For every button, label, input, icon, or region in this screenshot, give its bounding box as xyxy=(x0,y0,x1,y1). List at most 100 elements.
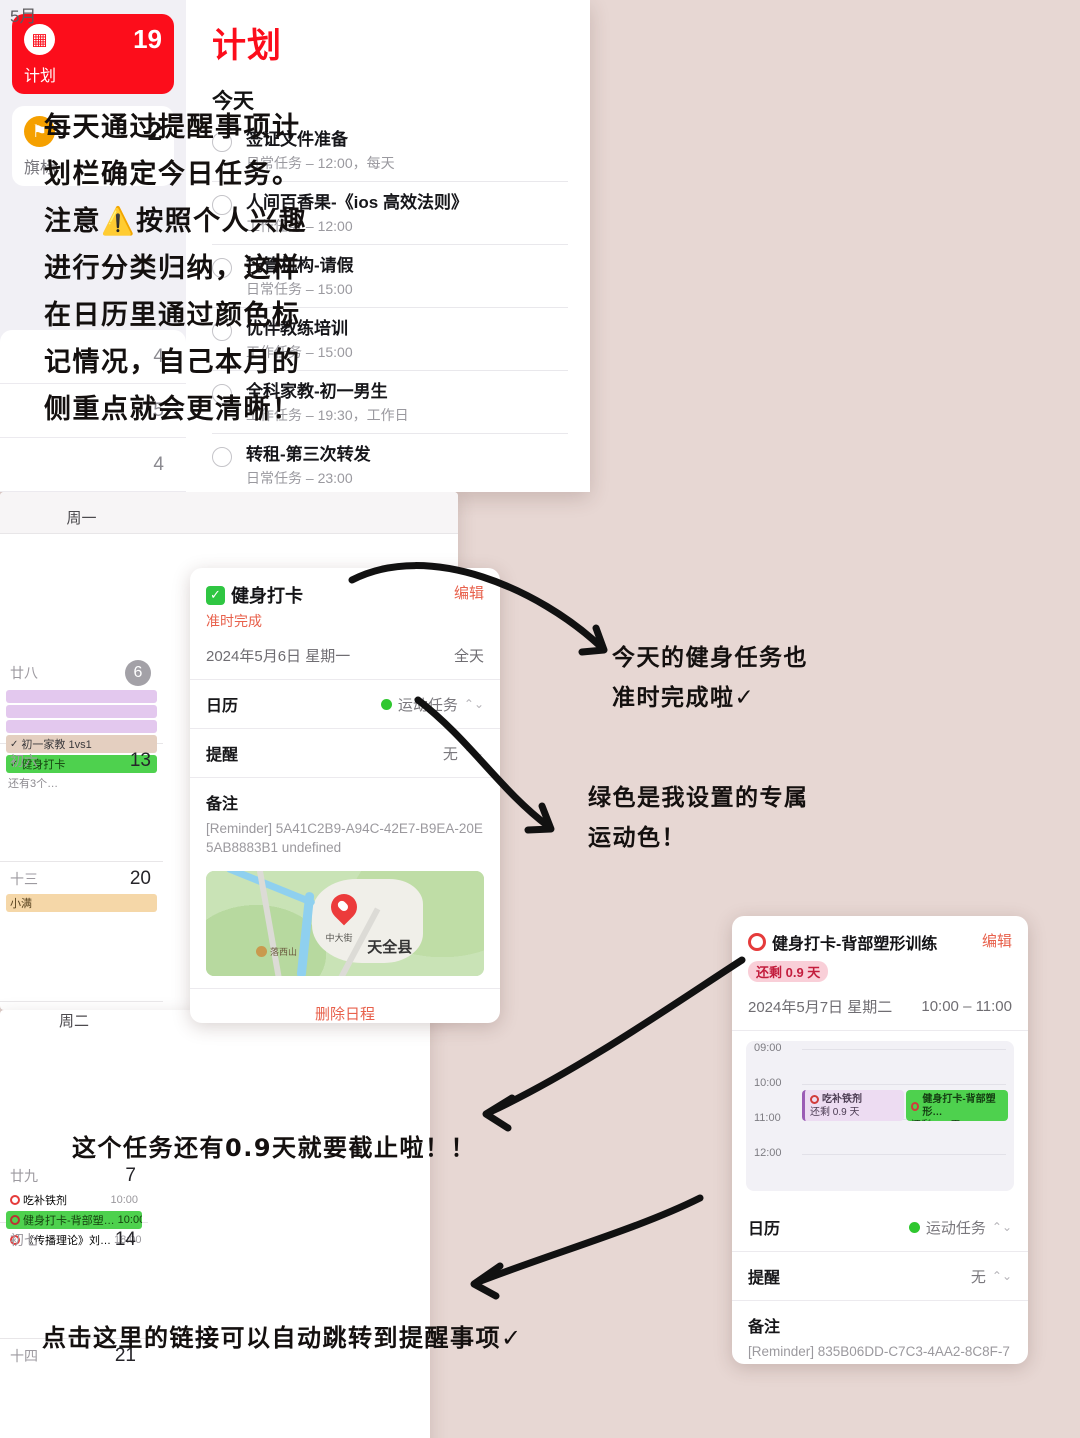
event-time: 全天 xyxy=(453,648,484,665)
timeline-event[interactable]: 健身打卡-背部塑形… 还剩 0.9 天 xyxy=(906,1090,1008,1121)
calendar-day-cell[interactable]: 十三 20 小满 xyxy=(0,862,163,1002)
map-poi-label: 落西山 xyxy=(270,946,298,957)
event-bar[interactable] xyxy=(6,720,157,733)
calendar-icon: ▦ xyxy=(24,24,55,55)
list-item[interactable]: 4 xyxy=(0,438,186,492)
lunar-date: 廿八 xyxy=(10,665,38,681)
notes-body[interactable]: [Reminder] 835B06DD-C7C3-4AA2-8C8F-7DE01… xyxy=(748,1342,1012,1364)
event-detail-popup-bottom: 健身打卡-背部塑形训练 编辑 还剩 0.9 天 2024年5月7日 星期二 10… xyxy=(732,916,1028,1364)
annotation-top-note: 每天通过提醒事项计划栏确定今日任务。 注意⚠️按照个人兴趣进行分类归纳，这样在日… xyxy=(44,112,308,425)
calendar-row[interactable]: 日历 运动任务 ⌃⌄ xyxy=(190,680,500,729)
event-status: 准时完成 xyxy=(206,613,262,629)
event-date: 2024年5月7日 星期二 xyxy=(748,999,893,1016)
chevron-updown-icon[interactable]: ⌃⌄ xyxy=(992,1220,1012,1234)
weekday-header: 周一 xyxy=(66,510,97,527)
event-bar[interactable] xyxy=(6,705,157,718)
notes-body[interactable]: [Reminder] 5A41C2B9-A94C-42E7-B9EA-20E5A… xyxy=(206,819,484,857)
day-number: 20 xyxy=(129,868,151,889)
event-title: 吃补铁剂 xyxy=(822,1094,862,1105)
red-circle-icon xyxy=(10,1195,20,1205)
event-title: 健身打卡-背部塑形训练 xyxy=(772,936,938,953)
calendar-header: 5月 周一 xyxy=(0,7,458,534)
calendar-day-cell[interactable]: 廿八 6 ✓ 初一家教 1vs1 ✓ 健身打卡 还有3个… xyxy=(0,534,163,790)
scheduled-count: 19 xyxy=(133,24,162,54)
hour-label: 09:00 xyxy=(754,1042,782,1054)
event-title: 小满 xyxy=(10,898,32,910)
green-checkbox-icon[interactable]: ✓ xyxy=(206,585,225,605)
calendar-color-dot-icon xyxy=(380,698,392,710)
calendar-day-cell[interactable]: 初六 13 xyxy=(0,744,163,862)
event-date: 2024年5月6日 星期一 xyxy=(206,648,351,665)
event-detail-popup-middle: ✓ 健身打卡 编辑 准时完成 2024年5月6日 星期一 全天 日历 运动任务 … xyxy=(190,568,500,1023)
alert-row-value: 无 xyxy=(970,1268,986,1286)
reminder-title: 转租-第三次转发 xyxy=(246,445,371,464)
event-status-badge: 还剩 0.9 天 xyxy=(748,961,829,982)
calendar-row-label: 日历 xyxy=(748,1221,781,1238)
red-circle-icon xyxy=(911,1101,920,1111)
page-root: ▦ 19 计划 ⚑ 2 旗标 4 5 4 计划 今天 签证文件准备 日常任务 –… xyxy=(0,0,1080,1438)
mountain-icon xyxy=(256,945,268,957)
scheduled-label: 计划 xyxy=(24,68,57,85)
annotation-fitness-done: 今天的健身任务也 准时完成啦✓ xyxy=(612,645,808,711)
reminder-row[interactable]: 转租-第三次转发 日常任务 – 23:00 xyxy=(212,434,568,492)
map-street-label: 中大街 xyxy=(325,932,353,943)
lunar-date: 十四 xyxy=(10,1348,38,1364)
weekday-header: 周二 xyxy=(58,1013,89,1030)
map-poi: 落西山 xyxy=(256,945,297,958)
edit-button[interactable]: 编辑 xyxy=(982,930,1012,951)
calendar-row-value: 运动任务 xyxy=(397,696,458,714)
day-number: 7 xyxy=(125,1165,136,1186)
event-time: 10:00 xyxy=(110,1194,138,1206)
event-bar[interactable] xyxy=(6,690,157,703)
lunar-date: 十三 xyxy=(10,871,38,887)
annotation-link-jump: 点击这里的链接可以自动跳转到提醒事项✓ xyxy=(42,1324,523,1352)
calendar-row[interactable]: 日历 运动任务 ⌃⌄ xyxy=(732,1203,1028,1252)
notes-section: 备注 [Reminder] 835B06DD-C7C3-4AA2-8C8F-7D… xyxy=(732,1301,1028,1364)
day-number: 14 xyxy=(114,1229,136,1250)
calendar-month-view-right: 周二 廿九 7 吃补铁剂 10:00 健身打卡-背部塑… 10:00 xyxy=(0,1010,430,1438)
calendar-column: 廿八 6 ✓ 初一家教 1vs1 ✓ 健身打卡 还有3个… 初六 13 十三 2… xyxy=(0,534,163,1002)
hour-label: 12:00 xyxy=(754,1147,782,1159)
calendar-row-label: 日历 xyxy=(206,698,239,715)
chevron-updown-icon[interactable]: ⌃⌄ xyxy=(992,1269,1012,1283)
alert-row[interactable]: 提醒 无 ⌃⌄ xyxy=(190,729,500,778)
calendar-row-value: 运动任务 xyxy=(925,1219,986,1237)
event-title: 吃补铁剂 xyxy=(23,1195,67,1207)
event-time: 10:00 – 11:00 xyxy=(921,998,1012,1015)
hour-label: 10:00 xyxy=(754,1077,782,1089)
event-subtitle: 还剩 0.9 天 xyxy=(911,1119,1003,1121)
calendar-day-cell[interactable]: 廿九 7 吃补铁剂 10:00 健身打卡-背部塑… 10:00 《传播理论》刘…… xyxy=(0,1031,148,1247)
calendar-column: 廿九 7 吃补铁剂 10:00 健身打卡-背部塑… 10:00 《传播理论》刘…… xyxy=(0,1031,148,1438)
page-title: 计划 xyxy=(212,27,282,65)
checkbox-circle-icon[interactable] xyxy=(212,447,232,467)
lunar-date: 初六 xyxy=(10,753,38,769)
event-chip[interactable]: 吃补铁剂 10:00 xyxy=(6,1191,142,1209)
day-number: 6 xyxy=(125,660,151,686)
location-map-thumbnail[interactable]: 中大街 天全县 落西山 xyxy=(206,871,484,976)
timeline-event[interactable]: 吃补铁剂 还剩 0.9 天 xyxy=(802,1090,904,1121)
red-circle-icon[interactable] xyxy=(748,933,766,951)
event-title: 健身打卡-背部塑形… xyxy=(922,1094,996,1118)
event-title: 健身打卡 xyxy=(231,586,303,606)
red-circle-icon xyxy=(810,1095,819,1104)
alert-row-label: 提醒 xyxy=(206,747,239,764)
event-chip[interactable]: 小满 xyxy=(6,894,157,912)
annotation-due-soon: 这个任务还有0.9天就要截止啦！！ xyxy=(72,1134,477,1162)
event-title-row: 健身打卡-背部塑形训练 xyxy=(748,930,937,954)
calendar-color-dot-icon xyxy=(908,1221,920,1233)
delete-event-button[interactable]: 删除日程 xyxy=(190,988,500,1023)
day-number: 13 xyxy=(129,750,151,771)
chevron-updown-icon[interactable]: ⌃⌄ xyxy=(464,697,484,711)
event-subtitle: 还剩 0.9 天 xyxy=(810,1107,860,1118)
notes-label: 备注 xyxy=(206,796,239,813)
chevron-updown-icon[interactable]: ⌃⌄ xyxy=(464,746,484,760)
lunar-date: 廿九 xyxy=(10,1168,38,1184)
mini-day-timeline[interactable]: 09:00 10:00 11:00 12:00 吃补铁剂 还剩 0.9 天 健身… xyxy=(746,1041,1014,1191)
edit-button[interactable]: 编辑 xyxy=(454,582,484,603)
alert-row[interactable]: 提醒 无 ⌃⌄ xyxy=(732,1252,1028,1301)
alert-row-value: 无 xyxy=(442,745,458,763)
list-count: 4 xyxy=(153,453,164,475)
hour-label: 11:00 xyxy=(754,1112,781,1124)
annotation-green-color: 绿色是我设置的专属 运动色！ xyxy=(588,785,809,851)
reminder-subtitle: 日常任务 – 23:00 xyxy=(246,470,353,486)
